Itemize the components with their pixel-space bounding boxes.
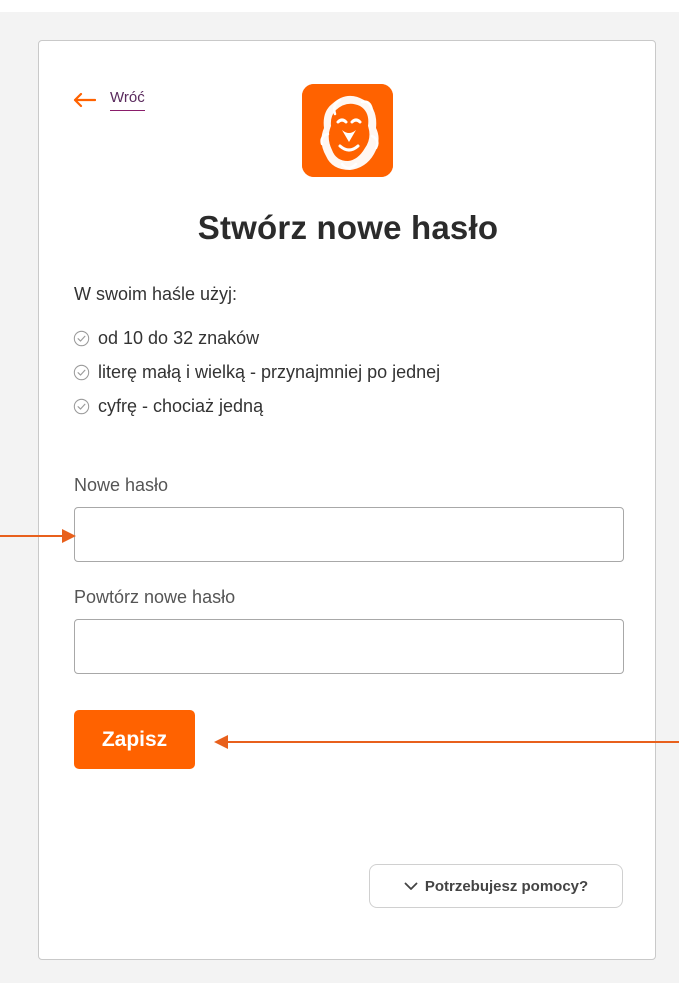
lion-logo-icon	[302, 84, 393, 177]
repeat-password-input[interactable]	[74, 619, 624, 674]
requirements-intro: W swoim haśle użyj:	[74, 284, 238, 304]
requirement-item: literę małą i wielką - przynajmniej po j…	[73, 355, 440, 389]
password-card: Wróć Stwórz nowe hasło W swoim haśle uży…	[38, 40, 656, 960]
back-link-label: Wróć	[110, 89, 145, 111]
requirement-text: cyfrę - chociaż jedną	[98, 395, 264, 416]
save-button[interactable]: Zapisz	[74, 710, 195, 769]
page-top-edge	[0, 0, 679, 12]
repeat-password-label: Powtórz nowe hasło	[74, 587, 236, 607]
requirements-list: od 10 do 32 znaków literę małą i wielką …	[73, 321, 440, 423]
help-button[interactable]: Potrzebujesz pomocy?	[369, 864, 623, 908]
requirement-item: cyfrę - chociaż jedną	[73, 389, 440, 423]
new-password-input[interactable]	[74, 507, 624, 562]
help-button-label: Potrzebujesz pomocy?	[424, 877, 589, 895]
new-password-label: Nowe hasło	[74, 475, 169, 495]
check-circle-icon	[73, 330, 90, 346]
requirement-text: literę małą i wielką - przynajmniej po j…	[98, 361, 441, 382]
annotation-arrow-left	[0, 529, 76, 543]
check-circle-icon	[73, 364, 90, 380]
requirement-item: od 10 do 32 znaków	[73, 321, 440, 355]
back-link[interactable]: Wróć	[72, 89, 145, 111]
check-circle-icon	[73, 398, 90, 414]
chevron-down-icon	[404, 882, 418, 890]
requirement-text: od 10 do 32 znaków	[98, 327, 260, 348]
page-title: Stwórz nowe hasło	[197, 209, 499, 246]
annotation-arrow-right	[214, 735, 679, 749]
arrow-left-icon	[73, 92, 96, 108]
